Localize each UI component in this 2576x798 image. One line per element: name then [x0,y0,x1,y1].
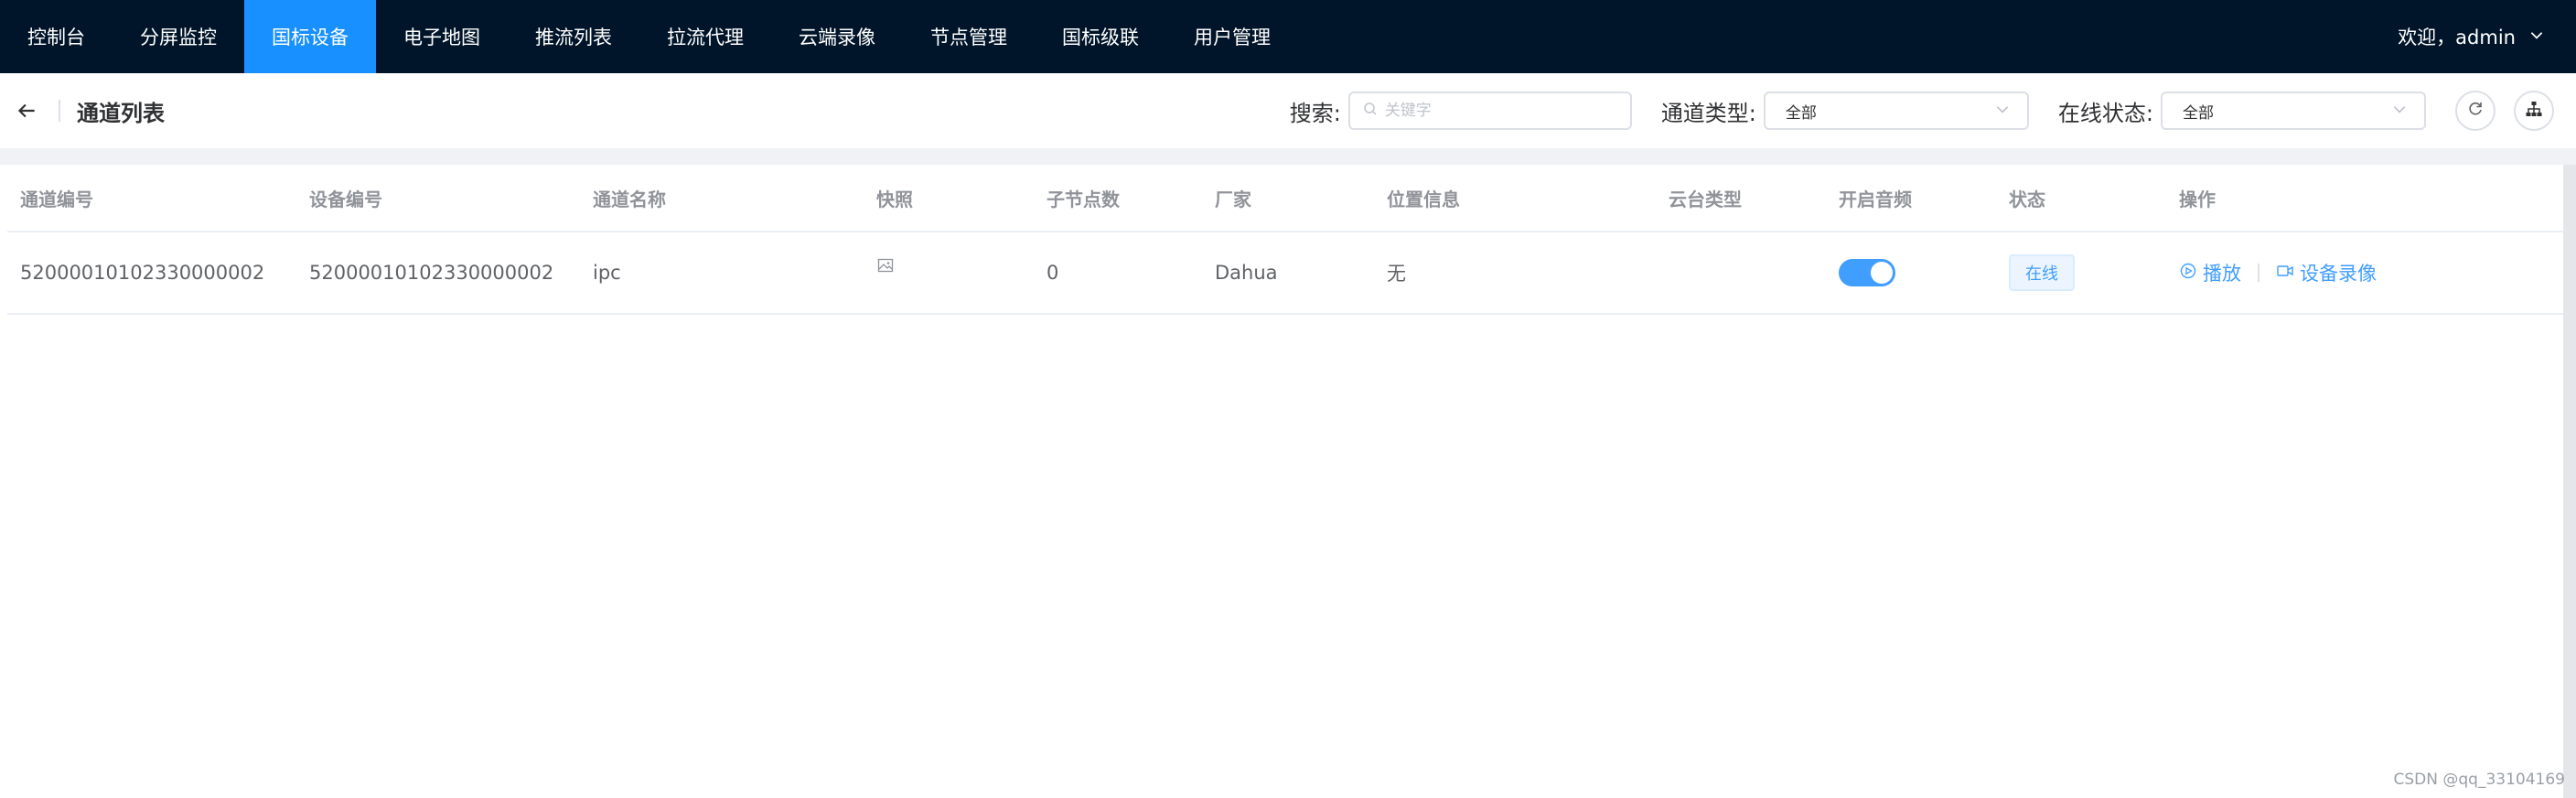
nav-item-push-list[interactable]: 推流列表 [508,0,639,73]
device-record-label: 设备录像 [2300,263,2377,285]
refresh-icon [2466,100,2485,122]
tree-view-button[interactable] [2514,91,2554,131]
status-badge: 在线 [2009,254,2075,291]
manufacturer-cell: Dahua [1215,262,1278,284]
channel-type-value: 全部 [1785,103,1817,123]
chevron-down-icon [2391,101,2408,122]
channel-id-cell: 52000010102330000002 [20,262,265,284]
play-label: 播放 [2203,263,2241,285]
page-header: 通道列表 搜索: 通道类型: 全部 在线状态: 全部 [0,73,2576,148]
channel-name-cell: ipc [593,262,621,284]
table-row: 52000010102330000002 5200001010233000000… [7,232,2563,315]
nav-item-user-manage[interactable]: 用户管理 [1166,0,1298,73]
search-icon [1363,102,1385,120]
image-icon[interactable] [876,256,895,279]
column-header-manufacturer[interactable]: 厂家 [1215,165,1251,231]
nav-item-console[interactable]: 控制台 [0,0,113,73]
online-status-label: 在线状态: [2057,100,2153,126]
user-greeting: 欢迎，admin [2398,27,2516,49]
chevron-down-icon [2528,26,2545,48]
search-box [1347,92,1632,130]
nav-item-node-manage[interactable]: 节点管理 [903,0,1035,73]
sub-count-cell: 0 [1046,262,1059,284]
column-header-audio[interactable]: 开启音频 [1839,165,1912,231]
watermark: CSDN @qq_33104169 [2393,771,2565,789]
channel-type-select[interactable]: 全部 [1763,92,2029,130]
column-header-snapshot[interactable]: 快照 [876,165,913,231]
channel-type-label: 通道类型: [1660,100,1756,126]
status-cell: 在线 [2009,232,2075,313]
column-header-location[interactable]: 位置信息 [1387,165,1460,231]
column-header-device-id[interactable]: 设备编号 [309,165,382,231]
vertical-scrollbar[interactable] [2563,165,2576,798]
nav-item-pull-proxy[interactable]: 拉流代理 [639,0,771,73]
location-cell: 无 [1387,263,1406,285]
column-header-actions[interactable]: 操作 [2179,165,2216,231]
table-header: 通道编号 设备编号 通道名称 快照 子节点数 厂家 位置信息 云台类型 开启音频… [7,165,2563,232]
online-status-select[interactable]: 全部 [2161,92,2426,130]
device-id-cell: 52000010102330000002 [309,262,554,284]
toggle-knob [1871,262,1893,284]
column-header-status[interactable]: 状态 [2009,165,2045,231]
play-button[interactable]: 播放 [2179,259,2241,286]
search-input[interactable] [1384,102,1614,120]
arrow-left-icon[interactable] [13,97,40,124]
column-header-channel-name[interactable]: 通道名称 [593,165,666,231]
device-record-button[interactable]: 设备录像 [2276,259,2377,286]
play-circle-icon [2179,262,2197,285]
chevron-down-icon [1994,101,2011,122]
hierarchy-icon [2525,100,2543,122]
column-header-ptz-type[interactable]: 云台类型 [1669,165,1742,231]
nav-item-map[interactable]: 电子地图 [376,0,508,73]
top-navigation: 控制台 分屏监控 国标设备 电子地图 推流列表 拉流代理 云端录像 节点管理 国… [0,0,2576,73]
column-header-channel-id[interactable]: 通道编号 [20,165,93,231]
page-title: 通道列表 [77,100,165,126]
video-camera-icon [2276,262,2294,285]
channel-table: 通道编号 设备编号 通道名称 快照 子节点数 厂家 位置信息 云台类型 开启音频… [7,165,2563,798]
nav-item-gb-devices[interactable]: 国标设备 [244,0,376,73]
actions-cell: 播放 设备录像 [2179,232,2377,313]
header-divider [59,100,60,122]
nav-item-split-monitor[interactable]: 分屏监控 [113,0,244,73]
audio-cell [1839,232,1895,313]
snapshot-cell [876,232,895,313]
search-label: 搜索: [1289,100,1341,126]
user-menu[interactable]: 欢迎，admin [2398,23,2545,50]
refresh-button[interactable] [2455,91,2496,131]
nav-item-cloud-record[interactable]: 云端录像 [771,0,903,73]
filter-bar: 搜索: 通道类型: 全部 在线状态: 全部 [1290,91,2554,131]
content-separator [0,148,2576,165]
nav-item-gb-cascade[interactable]: 国标级联 [1035,0,1166,73]
online-status-value: 全部 [2183,103,2214,123]
audio-toggle[interactable] [1839,259,1895,286]
action-divider [2258,264,2259,282]
column-header-sub-count[interactable]: 子节点数 [1046,165,1120,231]
